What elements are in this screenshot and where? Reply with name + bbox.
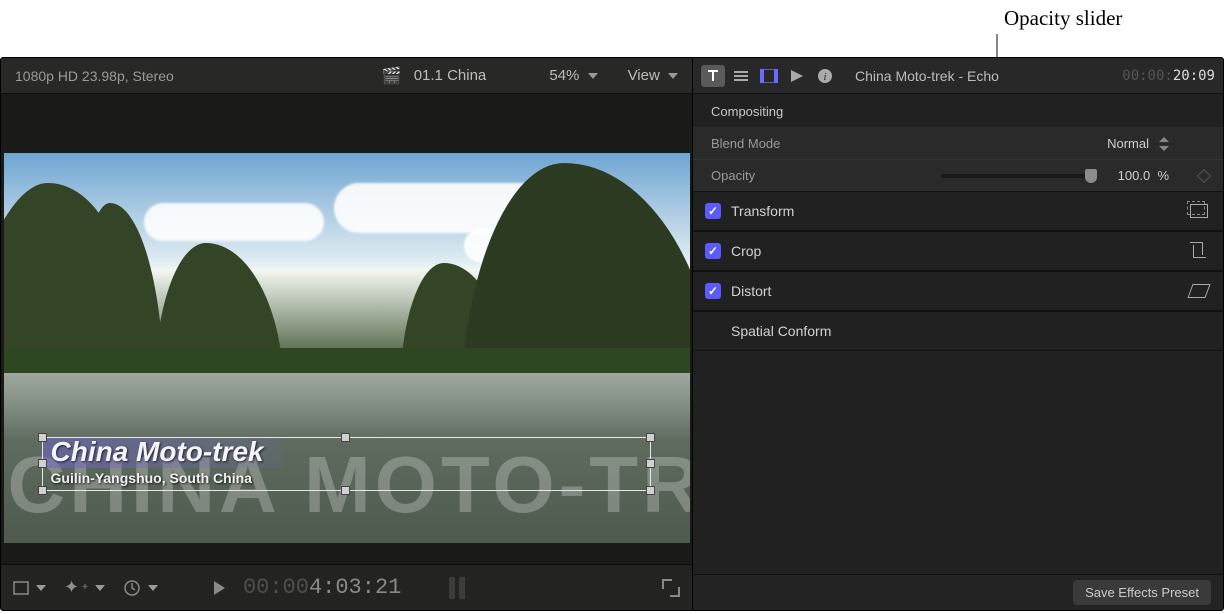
distort-checkbox[interactable]: ✓ (705, 283, 721, 299)
zoom-dropdown[interactable]: 54% (549, 67, 597, 84)
distort-label: Distort (731, 283, 771, 299)
opacity-row: Opacity 100.0 % (693, 159, 1223, 191)
chevron-down-icon (95, 585, 105, 591)
resize-handle[interactable] (646, 486, 655, 495)
blend-mode-row: Blend Mode Normal (693, 127, 1223, 159)
inspector-tab-text[interactable] (701, 65, 725, 87)
timecode-main: 4:03:21 (309, 575, 401, 600)
opacity-unit: % (1157, 168, 1169, 183)
distort-section[interactable]: ✓ Distort (693, 271, 1223, 311)
chevron-down-icon (148, 585, 158, 591)
viewer-timecode[interactable]: 00:004:03:21 (243, 575, 401, 600)
updown-icon[interactable] (1159, 137, 1169, 151)
inspector-panel: i China Moto-trek - Echo 00:00:20:09 Com… (693, 58, 1223, 610)
resize-handle[interactable] (341, 433, 350, 442)
opacity-value-field[interactable]: 100.0 % (1109, 168, 1169, 183)
video-format-label: 1080p HD 23.98p, Stereo (15, 68, 174, 84)
resize-handle[interactable] (646, 459, 655, 468)
opacity-label: Opacity (711, 168, 851, 183)
svg-text:i: i (823, 71, 826, 83)
inspector-tab-title[interactable] (729, 65, 753, 87)
resize-handle[interactable] (646, 433, 655, 442)
inspector-timecode: 00:00:20:09 (1122, 68, 1215, 84)
opacity-slider-thumb[interactable] (1085, 169, 1097, 183)
transform-label: Transform (731, 203, 794, 219)
enhance-tool-dropdown[interactable]: ✦+ (64, 577, 105, 598)
transform-checkbox[interactable]: ✓ (705, 203, 721, 219)
inspector-body: Compositing Blend Mode Normal Opacity 10… (693, 94, 1223, 574)
viewer-canvas-area[interactable]: CHINA MOTO-TREK China Moto-trek Guilin-Y… (1, 94, 692, 564)
chevron-down-icon (668, 73, 678, 79)
transform-icon[interactable] (1189, 203, 1209, 219)
resize-handle[interactable] (38, 486, 47, 495)
resize-handle[interactable] (341, 486, 350, 495)
title-selection-box[interactable]: China Moto-trek Guilin-Yangshuo, South C… (42, 437, 651, 491)
resize-handle[interactable] (38, 459, 47, 468)
spatial-conform-section[interactable]: Spatial Conform (693, 311, 1223, 351)
app-window: 1080p HD 23.98p, Stereo 🎬 01.1 China 54%… (0, 57, 1224, 611)
blend-mode-label: Blend Mode (711, 136, 851, 151)
inspector-timecode-main: 20:09 (1173, 68, 1215, 84)
clapperboard-icon: 🎬 (282, 66, 402, 86)
blend-mode-select[interactable]: Normal (1107, 136, 1149, 151)
keyframe-diamond-icon[interactable] (1197, 168, 1211, 182)
view-label-text: View (628, 67, 660, 84)
play-button[interactable] (214, 581, 225, 595)
save-effects-preset-button[interactable]: Save Effects Preset (1073, 580, 1211, 605)
inspector-footer: Save Effects Preset (693, 574, 1223, 610)
inspector-tab-info[interactable]: i (813, 65, 837, 87)
chevron-down-icon (588, 73, 598, 79)
subtitle-text[interactable]: Guilin-Yangshuo, South China (51, 470, 252, 486)
retime-tool-dropdown[interactable] (123, 579, 158, 597)
audio-meter-icon (449, 577, 465, 599)
inspector-tab-video[interactable] (757, 65, 781, 87)
video-frame: CHINA MOTO-TREK China Moto-trek Guilin-Y… (4, 153, 690, 543)
title-text[interactable]: China Moto-trek (51, 436, 264, 468)
inspector-tab-generator[interactable] (785, 65, 809, 87)
inspector-timecode-dim: 00:00: (1122, 68, 1173, 84)
opacity-slider[interactable] (941, 174, 1091, 178)
transform-tool-dropdown[interactable] (13, 581, 46, 595)
viewer-panel: 1080p HD 23.98p, Stereo 🎬 01.1 China 54%… (1, 58, 693, 610)
opacity-value: 100.0 (1118, 168, 1151, 183)
zoom-value: 54% (549, 67, 579, 84)
clip-name: 01.1 China (414, 67, 487, 84)
spatial-conform-label: Spatial Conform (731, 323, 831, 339)
crop-checkbox[interactable]: ✓ (705, 243, 721, 259)
timecode-dim: 00:00 (243, 575, 309, 600)
inspector-clip-title: China Moto-trek - Echo (855, 68, 999, 84)
distort-icon[interactable] (1186, 283, 1212, 299)
crop-label: Crop (731, 243, 761, 259)
viewer-header: 1080p HD 23.98p, Stereo 🎬 01.1 China 54%… (1, 58, 692, 94)
view-dropdown[interactable]: View (628, 67, 678, 84)
transform-section[interactable]: ✓ Transform (693, 191, 1223, 231)
fullscreen-icon[interactable] (662, 579, 680, 597)
inspector-header: i China Moto-trek - Echo 00:00:20:09 (693, 58, 1223, 94)
compositing-header: Compositing (693, 94, 1223, 127)
annotation-label: Opacity slider (1004, 6, 1122, 31)
resize-handle[interactable] (38, 433, 47, 442)
crop-icon[interactable] (1189, 243, 1209, 259)
viewer-toolbar: ✦+ 00:004:03:21 (1, 564, 692, 610)
chevron-down-icon (36, 585, 46, 591)
crop-section[interactable]: ✓ Crop (693, 231, 1223, 271)
